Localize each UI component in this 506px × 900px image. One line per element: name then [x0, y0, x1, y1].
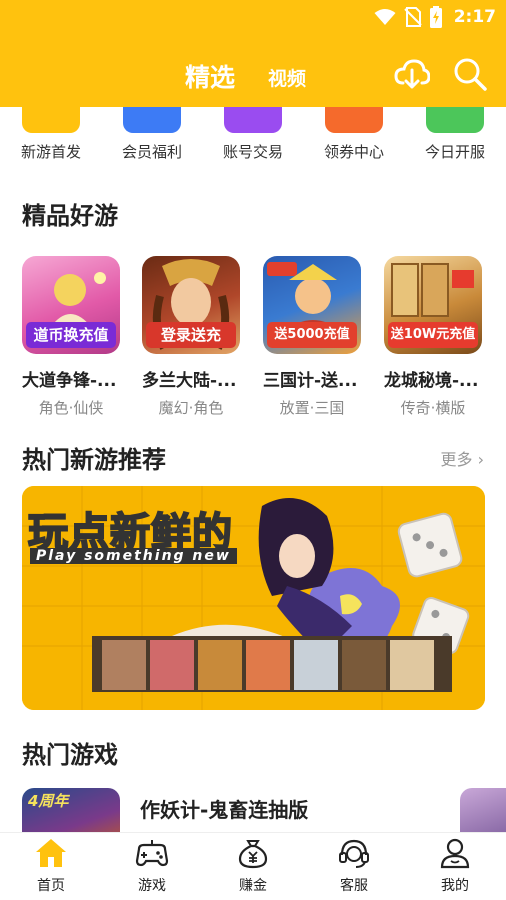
tab-video[interactable]: 视频	[268, 64, 306, 91]
game-icon: 登录送充	[142, 256, 240, 354]
game-promo-label: 登录送充	[146, 322, 236, 348]
game-promo-label: 送5000充值	[267, 322, 357, 348]
vip-icon	[123, 107, 181, 133]
cloud-download-icon[interactable]	[394, 56, 430, 92]
game-name: 三国计-送...	[263, 371, 358, 391]
game-promo-label: 道币换充值	[26, 322, 116, 348]
server-icon	[426, 107, 484, 133]
game-name: 龙城秘境-...	[384, 371, 479, 391]
anniversary-badge: 4周年	[28, 792, 69, 810]
home-icon	[36, 839, 66, 867]
nav-profile[interactable]: 我的	[415, 837, 495, 899]
more-link[interactable]: 更多 ›	[440, 446, 484, 470]
quick-entry-vip[interactable]: 会员福利	[112, 107, 192, 169]
quick-entry-label: 账号交易	[222, 143, 283, 161]
status-bar: 2:17	[374, 4, 496, 30]
nav-label: 我的	[441, 878, 469, 894]
bottom-nav: 首页 游戏 赚金 客服 我的	[0, 832, 506, 900]
game-icon: 道币换充值	[22, 256, 120, 354]
nav-support[interactable]: 客服	[314, 837, 394, 899]
nav-label: 赚金	[239, 878, 267, 894]
hot-game-item[interactable]: 4周年 作妖计-鬼畜连抽版	[0, 788, 506, 832]
app-header: 2:17 精选 视频	[0, 0, 506, 107]
game-icon	[460, 788, 506, 832]
nav-games[interactable]: 游戏	[112, 837, 192, 899]
quick-entries: 新游首发 会员福利 账号交易 领券中心 今日开服	[0, 107, 506, 169]
banner-subtitle: Play something new	[30, 548, 237, 564]
game-name: 大道争锋-...	[22, 371, 117, 391]
nav-label: 客服	[340, 878, 368, 894]
no-sim-icon	[403, 7, 422, 27]
quick-entry-label: 会员福利	[121, 143, 182, 161]
game-tags: 放置·三国	[279, 399, 345, 417]
nav-earn[interactable]: 赚金	[213, 837, 293, 899]
profile-icon	[440, 838, 470, 869]
game-card[interactable]: 道币换充值 大道争锋-... 角色·仙侠	[22, 256, 122, 417]
wifi-icon	[374, 9, 396, 25]
quick-entry-trade[interactable]: 账号交易	[213, 107, 293, 169]
gamepad-icon	[22, 107, 80, 133]
tab-featured[interactable]: 精选	[185, 58, 235, 94]
nav-label: 游戏	[138, 878, 166, 894]
section-title-new-games: 热门新游推荐	[22, 446, 166, 474]
game-card[interactable]: 登录送充 多兰大陆-... 魔幻·角色	[142, 256, 242, 417]
quick-entry-new-games[interactable]: 新游首发	[11, 107, 91, 169]
game-name: 作妖计-鬼畜连抽版	[140, 798, 309, 822]
game-tags: 传奇·横版	[400, 399, 466, 417]
game-icon: 送10W元充值	[384, 256, 482, 354]
quick-entry-label: 今日开服	[424, 143, 485, 161]
game-tags: 角色·仙侠	[38, 399, 104, 417]
battery-charging-icon	[429, 6, 442, 28]
trade-icon	[224, 107, 282, 133]
game-card[interactable]: 送10W元充值 龙城秘境-... 传奇·横版	[384, 256, 484, 417]
nav-home[interactable]: 首页	[11, 837, 91, 899]
promo-banner[interactable]: 玩点新鲜的 Play something new	[22, 486, 485, 710]
headset-icon	[339, 839, 369, 868]
chevron-right-icon: ›	[477, 450, 484, 469]
money-bag-icon	[238, 840, 268, 869]
section-title-featured: 精品好游	[22, 202, 118, 230]
section-title-hot-games: 热门游戏	[22, 741, 118, 769]
game-name: 多兰大陆-...	[142, 371, 237, 391]
clock: 2:17	[453, 7, 496, 27]
quick-entry-coupon[interactable]: 领券中心	[314, 107, 394, 169]
nav-label: 首页	[37, 878, 65, 894]
more-label: 更多	[440, 450, 473, 469]
quick-entry-label: 领券中心	[323, 143, 384, 161]
game-promo-label: 送10W元充值	[388, 322, 478, 348]
game-icon: 4周年	[22, 788, 120, 832]
coupon-icon	[325, 107, 383, 133]
top-tabs: 精选 视频	[0, 56, 506, 96]
game-tags: 魔幻·角色	[158, 399, 224, 417]
game-icon: 送5000充值	[263, 256, 361, 354]
quick-entry-server[interactable]: 今日开服	[415, 107, 495, 169]
gamepad-icon	[135, 840, 169, 867]
quick-entry-label: 新游首发	[20, 143, 81, 161]
search-icon[interactable]	[452, 56, 488, 92]
game-card[interactable]: 送5000充值 三国计-送... 放置·三国	[263, 256, 363, 417]
